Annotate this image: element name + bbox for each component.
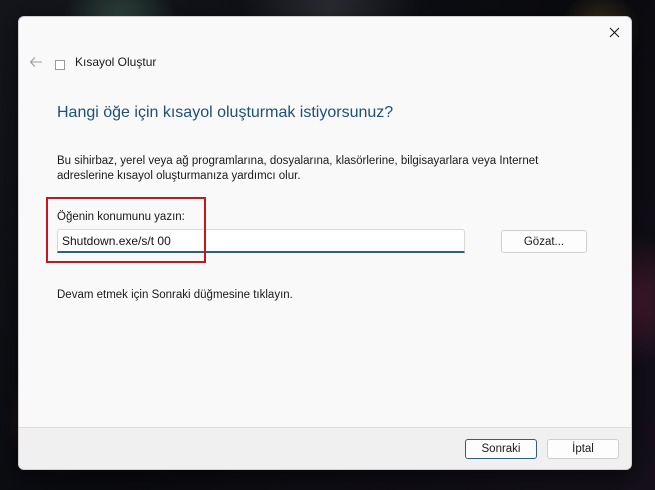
close-button[interactable] (597, 17, 631, 47)
dialog-footer (19, 427, 631, 469)
location-label: Öğenin konumunu yazın: (57, 211, 185, 223)
shortcut-icon (55, 60, 65, 70)
arrow-left-icon (29, 57, 42, 67)
location-input[interactable] (57, 229, 465, 253)
next-button[interactable]: Sonraki (465, 439, 537, 459)
window-title: Kısayol Oluştur (75, 55, 157, 69)
cancel-button[interactable]: İptal (547, 439, 619, 459)
create-shortcut-dialog: Kısayol Oluştur Hangi öğe için kısayol o… (18, 16, 632, 470)
browse-button[interactable]: Gözat... (501, 230, 587, 253)
back-button[interactable] (25, 53, 47, 71)
continue-hint: Devam etmek için Sonraki düğmesine tıkla… (57, 289, 293, 301)
wizard-heading: Hangi öğe için kısayol oluşturmak istiyo… (57, 104, 394, 121)
close-icon (609, 27, 619, 37)
wizard-description: Bu sihirbaz, yerel veya ağ programlarına… (57, 155, 539, 182)
